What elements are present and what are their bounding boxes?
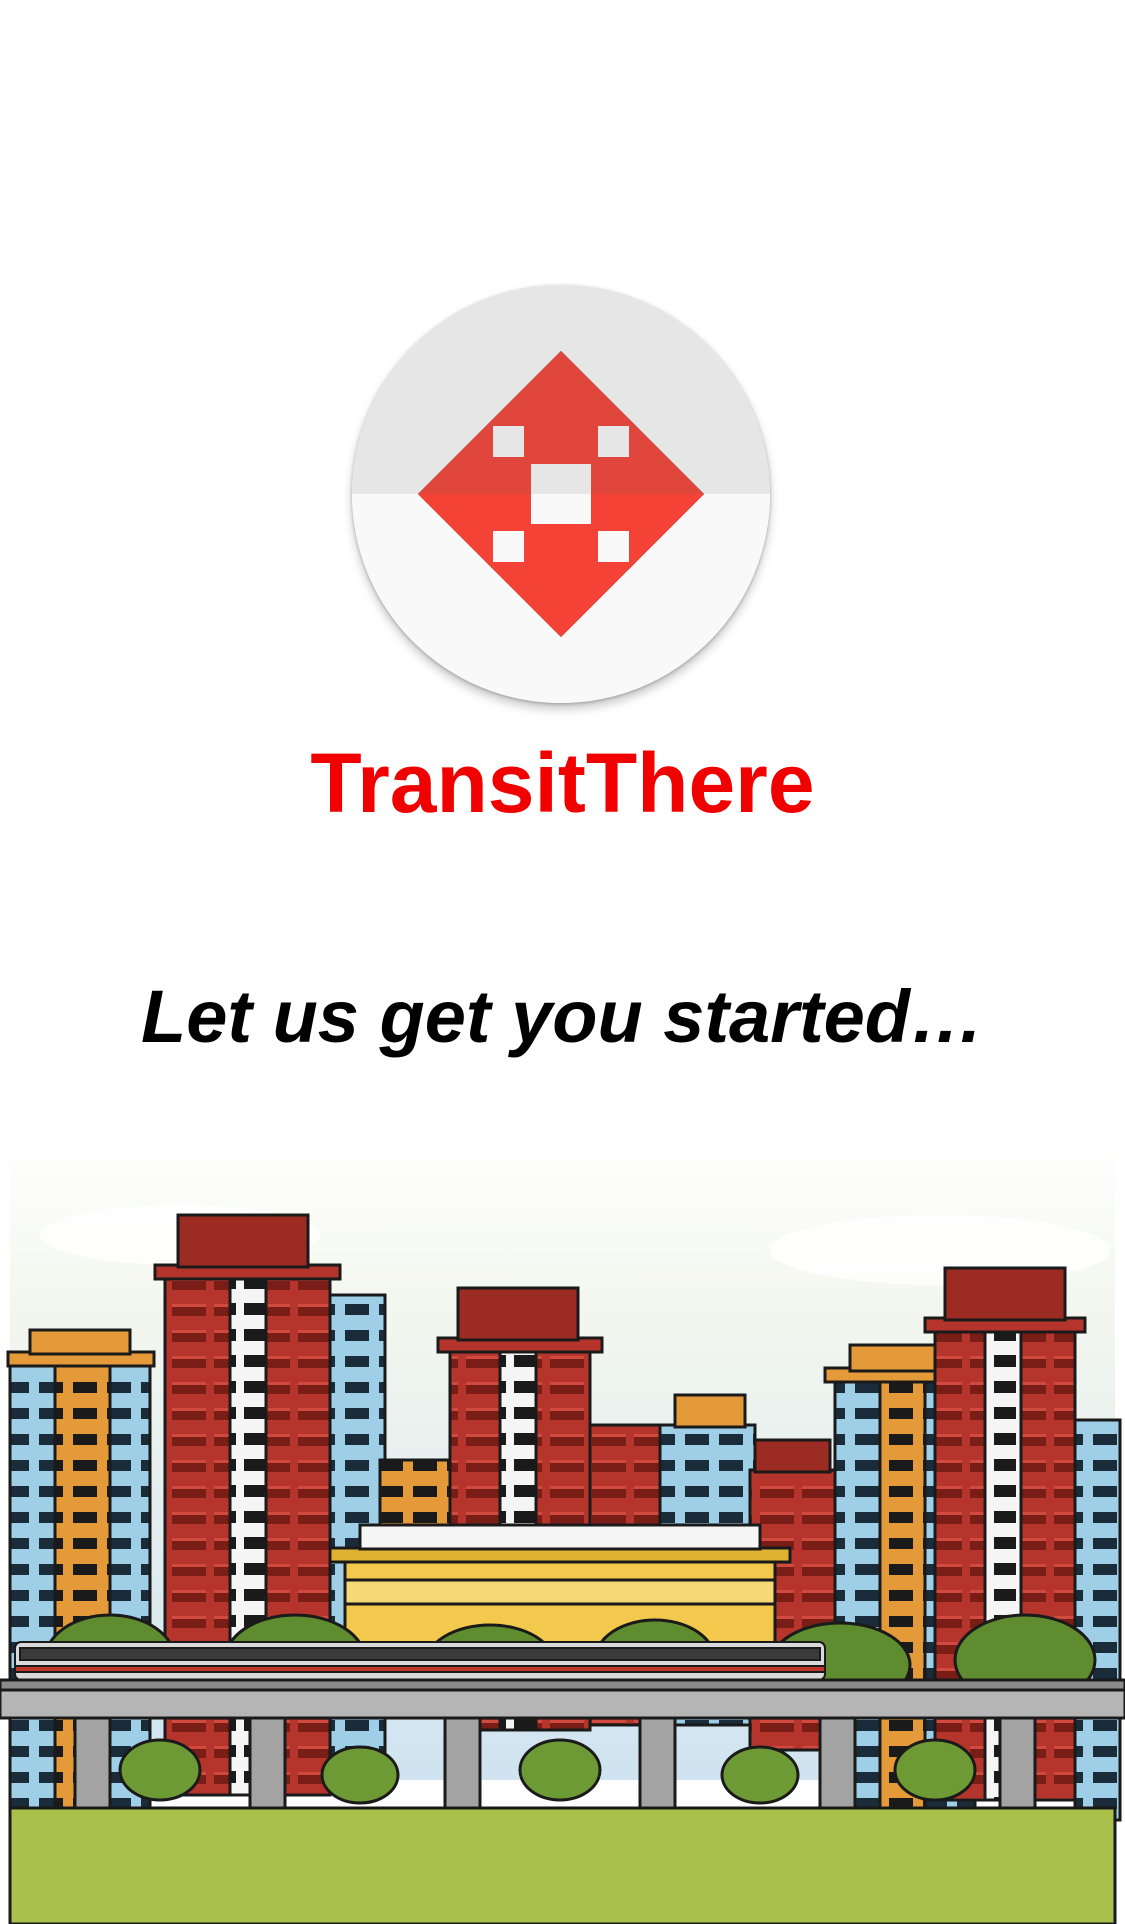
splash-screen: TransitThere Let us get you started… <box>0 0 1125 1924</box>
elevated-train <box>14 1641 826 1681</box>
city-skyline-illustration <box>0 1140 1125 1924</box>
four-way-arrows-icon <box>418 351 704 637</box>
grass-ground <box>8 1806 1117 1924</box>
app-title: TransitThere <box>310 736 815 830</box>
welcome-tagline: Let us get you started… <box>141 975 984 1058</box>
app-logo <box>352 285 770 703</box>
